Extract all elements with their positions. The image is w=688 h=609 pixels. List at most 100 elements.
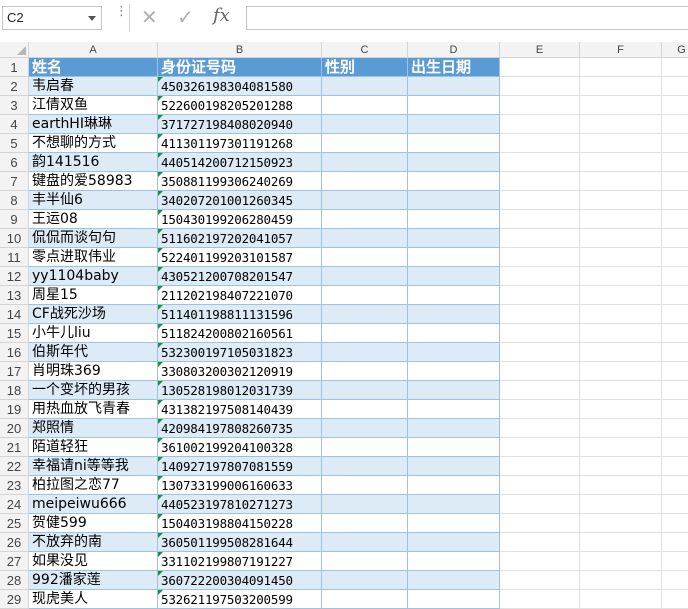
table-cell[interactable]: [408, 96, 500, 115]
table-cell[interactable]: [500, 191, 580, 210]
table-cell[interactable]: yy1104baby: [29, 267, 158, 286]
table-cell[interactable]: [500, 438, 580, 457]
table-cell[interactable]: 不放弃的南: [29, 533, 158, 552]
table-cell[interactable]: [408, 324, 500, 343]
table-cell[interactable]: 柏拉图之恋77: [29, 476, 158, 495]
table-cell[interactable]: [580, 191, 662, 210]
table-cell[interactable]: [580, 419, 662, 438]
row-header[interactable]: 23: [0, 476, 29, 495]
formula-input[interactable]: [246, 6, 688, 30]
table-cell[interactable]: [408, 533, 500, 552]
table-cell[interactable]: [500, 115, 580, 134]
table-cell[interactable]: 330803200302120919: [158, 362, 322, 381]
table-cell[interactable]: [322, 210, 408, 229]
insert-function-icon[interactable]: fx: [213, 5, 230, 26]
row-header[interactable]: 25: [0, 514, 29, 533]
table-cell[interactable]: [500, 96, 580, 115]
table-cell[interactable]: [662, 400, 688, 419]
select-all-corner[interactable]: [0, 42, 29, 58]
table-cell[interactable]: 130528198012031739: [158, 381, 322, 400]
table-cell[interactable]: [408, 362, 500, 381]
table-cell[interactable]: [322, 419, 408, 438]
table-cell[interactable]: [580, 400, 662, 419]
table-cell[interactable]: [580, 77, 662, 96]
table-cell[interactable]: 431382197508140439: [158, 400, 322, 419]
table-cell[interactable]: [580, 153, 662, 172]
table-cell[interactable]: [500, 571, 580, 590]
row-header[interactable]: 11: [0, 248, 29, 267]
table-cell[interactable]: 江倩双鱼: [29, 96, 158, 115]
row-header[interactable]: 17: [0, 362, 29, 381]
row-header[interactable]: 8: [0, 191, 29, 210]
table-cell[interactable]: [662, 571, 688, 590]
table-cell[interactable]: [500, 229, 580, 248]
table-cell[interactable]: 150430199206280459: [158, 210, 322, 229]
table-cell[interactable]: 350881199306240269: [158, 172, 322, 191]
table-cell[interactable]: [322, 495, 408, 514]
table-cell[interactable]: 361002199204100328: [158, 438, 322, 457]
spreadsheet-grid[interactable]: A B C D E F G 1 姓名 身份证号码 性别 出生日期 2 韦启春 450326198304081…: [0, 38, 688, 609]
table-cell[interactable]: [408, 153, 500, 172]
table-cell[interactable]: [408, 115, 500, 134]
table-cell[interactable]: [322, 514, 408, 533]
table-cell[interactable]: [322, 533, 408, 552]
table-cell[interactable]: [662, 229, 688, 248]
column-header-b[interactable]: B: [158, 42, 322, 58]
row-header[interactable]: 4: [0, 115, 29, 134]
table-cell[interactable]: 用热血放飞青春: [29, 400, 158, 419]
table-cell[interactable]: [500, 134, 580, 153]
table-cell[interactable]: [408, 286, 500, 305]
table-cell[interactable]: [580, 324, 662, 343]
header-cell[interactable]: [580, 58, 662, 77]
table-cell[interactable]: [500, 267, 580, 286]
row-header[interactable]: 18: [0, 381, 29, 400]
table-cell[interactable]: [500, 362, 580, 381]
table-cell[interactable]: [580, 495, 662, 514]
table-cell[interactable]: [662, 191, 688, 210]
table-cell[interactable]: [500, 210, 580, 229]
row-header[interactable]: 9: [0, 210, 29, 229]
table-cell[interactable]: [500, 153, 580, 172]
header-cell[interactable]: 姓名: [29, 58, 158, 77]
table-cell[interactable]: [500, 172, 580, 191]
table-cell[interactable]: [662, 381, 688, 400]
table-cell[interactable]: [662, 552, 688, 571]
table-cell[interactable]: 340207201001260345: [158, 191, 322, 210]
table-cell[interactable]: 511401198811131596: [158, 305, 322, 324]
table-cell[interactable]: [580, 229, 662, 248]
row-header[interactable]: 29: [0, 590, 29, 609]
table-cell[interactable]: [322, 476, 408, 495]
table-cell[interactable]: [500, 248, 580, 267]
table-cell[interactable]: [662, 343, 688, 362]
header-cell[interactable]: [662, 58, 688, 77]
table-cell[interactable]: [662, 248, 688, 267]
table-cell[interactable]: [322, 229, 408, 248]
table-cell[interactable]: [322, 381, 408, 400]
table-cell[interactable]: 371727198408020940: [158, 115, 322, 134]
table-cell[interactable]: [408, 571, 500, 590]
table-cell[interactable]: 331102199807191227: [158, 552, 322, 571]
table-cell[interactable]: 532621197503200599: [158, 590, 322, 609]
table-cell[interactable]: [408, 457, 500, 476]
table-cell[interactable]: [580, 267, 662, 286]
table-cell[interactable]: [408, 134, 500, 153]
row-header[interactable]: 14: [0, 305, 29, 324]
header-cell[interactable]: 性别: [322, 58, 408, 77]
table-cell[interactable]: [580, 305, 662, 324]
table-cell[interactable]: [580, 438, 662, 457]
table-cell[interactable]: [408, 514, 500, 533]
table-cell[interactable]: [580, 286, 662, 305]
table-cell[interactable]: [662, 495, 688, 514]
table-cell[interactable]: [408, 438, 500, 457]
row-header[interactable]: 1: [0, 58, 29, 77]
table-cell[interactable]: [580, 533, 662, 552]
table-cell[interactable]: [500, 324, 580, 343]
table-cell[interactable]: [500, 533, 580, 552]
table-cell[interactable]: [322, 96, 408, 115]
table-cell[interactable]: [662, 362, 688, 381]
table-cell[interactable]: [580, 343, 662, 362]
header-cell[interactable]: [500, 58, 580, 77]
table-cell[interactable]: [408, 191, 500, 210]
row-header[interactable]: 13: [0, 286, 29, 305]
confirm-icon[interactable]: ✓: [177, 5, 194, 29]
